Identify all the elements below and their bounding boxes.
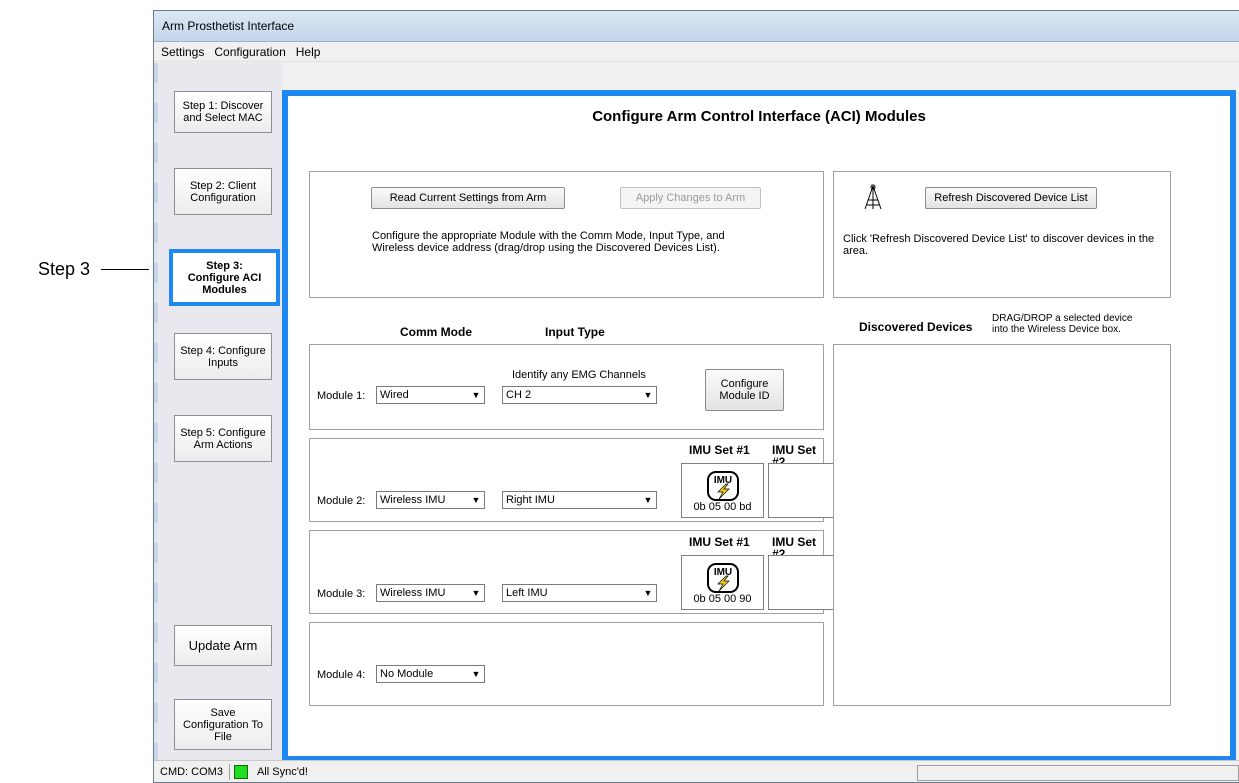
module-3-comm-select[interactable]: Wireless IMU ▼ (376, 584, 485, 602)
sidebar: Step 1: Discover and Select MAC Step 2: … (154, 63, 282, 760)
sync-status-led (233, 764, 248, 779)
module-4-panel: Module 4: No Module ▼ (309, 622, 824, 706)
main-panel: Configure Arm Control Interface (ACI) Mo… (282, 90, 1236, 762)
module-3-comm-value: Wireless IMU (380, 587, 446, 599)
instructions-text: Configure the appropriate Module with th… (372, 230, 725, 254)
read-settings-button[interactable]: Read Current Settings from Arm (371, 187, 565, 209)
chevron-down-icon: ▼ (471, 390, 481, 400)
step3-callout-label: Step 3 (38, 259, 91, 279)
save-configuration-button[interactable]: Save Configuration To File (174, 699, 272, 750)
module-4-label: Module 4: (317, 669, 366, 681)
imu-icon-text: IMU (714, 567, 732, 578)
menu-help[interactable]: Help (291, 45, 326, 59)
refresh-instructions-text: Click 'Refresh Discovered Device List' t… (843, 233, 1155, 257)
app-window: Arm Prosthetist Interface Settings Confi… (153, 10, 1239, 783)
window-title: Arm Prosthetist Interface (162, 19, 295, 33)
sidebar-strip (154, 63, 158, 760)
module-1-comm-value: Wired (380, 389, 409, 401)
step4-button[interactable]: Step 4: Configure Inputs (174, 333, 272, 380)
module-3-panel: IMU Set #1 IMU Set #2 Module 3: Wireless… (309, 530, 840, 614)
module-3-imu-set1-label: IMU Set #1 (689, 535, 750, 549)
module-3-input-value: Left IMU (506, 587, 548, 599)
input-type-header: Input Type (545, 325, 605, 339)
menu-bar: Settings Configuration Help (154, 42, 1239, 62)
module-1-input-value: CH 2 (506, 389, 532, 401)
cmd-port-status: CMD: COM3 (154, 763, 230, 780)
module-3-label: Module 3: (317, 588, 366, 600)
module-1-comm-select[interactable]: Wired ▼ (376, 386, 485, 404)
refresh-devices-button[interactable]: Refresh Discovered Device List (925, 187, 1097, 209)
step5-button[interactable]: Step 5: Configure Arm Actions (174, 415, 272, 462)
page-title: Configure Arm Control Interface (ACI) Mo… (592, 108, 926, 125)
discovered-devices-header: Discovered Devices (859, 320, 973, 334)
arm-settings-panel: Read Current Settings from Arm Apply Cha… (309, 171, 824, 298)
module-2-comm-value: Wireless IMU (380, 494, 446, 506)
menu-configuration[interactable]: Configuration (209, 45, 290, 59)
chevron-down-icon: ▼ (643, 588, 653, 598)
chevron-down-icon: ▼ (643, 495, 653, 505)
step3-button[interactable]: Step 3: Configure ACI Modules (169, 249, 280, 306)
discovered-devices-list[interactable] (833, 344, 1171, 706)
discovered-devices-hint: DRAG/DROP a selected device into the Wir… (992, 313, 1133, 335)
chevron-down-icon: ▼ (471, 669, 481, 679)
chevron-down-icon: ▼ (471, 588, 481, 598)
module-2-imu-address: 0b 05 00 bd (693, 501, 752, 513)
update-arm-button[interactable]: Update Arm (174, 625, 272, 666)
sync-status-text: All Sync'd! (256, 765, 308, 778)
module-1-input-select[interactable]: CH 2 ▼ (502, 386, 657, 404)
step2-button[interactable]: Step 2: Client Configuration (174, 168, 272, 215)
chevron-down-icon: ▼ (643, 390, 653, 400)
title-bar: Arm Prosthetist Interface (154, 11, 1239, 42)
module-3-imu-set2-slot[interactable] (768, 555, 840, 610)
module-2-imu-set1-slot[interactable]: IMU 0b 05 00 bd (681, 463, 764, 518)
module-2-imu-set2-slot[interactable] (768, 463, 840, 518)
device-discovery-panel: Refresh Discovered Device List Click 'Re… (833, 171, 1171, 298)
module-4-comm-value: No Module (380, 668, 434, 680)
module-2-input-value: Right IMU (506, 494, 555, 506)
module-2-panel: IMU Set #1 IMU Set #2 Module 2: Wireless… (309, 438, 840, 522)
comm-mode-header: Comm Mode (400, 325, 472, 339)
status-right-panel (917, 765, 1239, 781)
module-2-input-select[interactable]: Right IMU ▼ (502, 491, 657, 509)
module-2-comm-select[interactable]: Wireless IMU ▼ (376, 491, 485, 509)
imu-icon-text: IMU (714, 475, 732, 486)
module-2-imu-set1-label: IMU Set #1 (689, 443, 750, 457)
emg-channels-label: Identify any EMG Channels (512, 369, 646, 381)
module-3-input-select[interactable]: Left IMU ▼ (502, 584, 657, 602)
module-2-label: Module 2: (317, 495, 366, 507)
module-1-panel: Module 1: Wired ▼ Identify any EMG Chann… (309, 344, 824, 430)
step3-callout-line (101, 269, 149, 270)
apply-changes-button[interactable]: Apply Changes to Arm (620, 187, 761, 209)
status-bar: CMD: COM3 All Sync'd! (154, 760, 1239, 782)
module-4-comm-select[interactable]: No Module ▼ (376, 665, 485, 683)
module-3-imu-set1-slot[interactable]: IMU 0b 05 00 90 (681, 555, 764, 610)
configure-module-id-button[interactable]: Configure Module ID (705, 369, 784, 411)
step1-button[interactable]: Step 1: Discover and Select MAC (174, 91, 272, 133)
menu-settings[interactable]: Settings (156, 45, 209, 59)
module-3-imu-address: 0b 05 00 90 (693, 593, 752, 605)
imu-sensor-icon: IMU (707, 563, 739, 593)
antenna-tower-icon (864, 184, 882, 210)
imu-sensor-icon: IMU (707, 471, 739, 501)
module-1-label: Module 1: (317, 390, 366, 402)
chevron-down-icon: ▼ (471, 495, 481, 505)
